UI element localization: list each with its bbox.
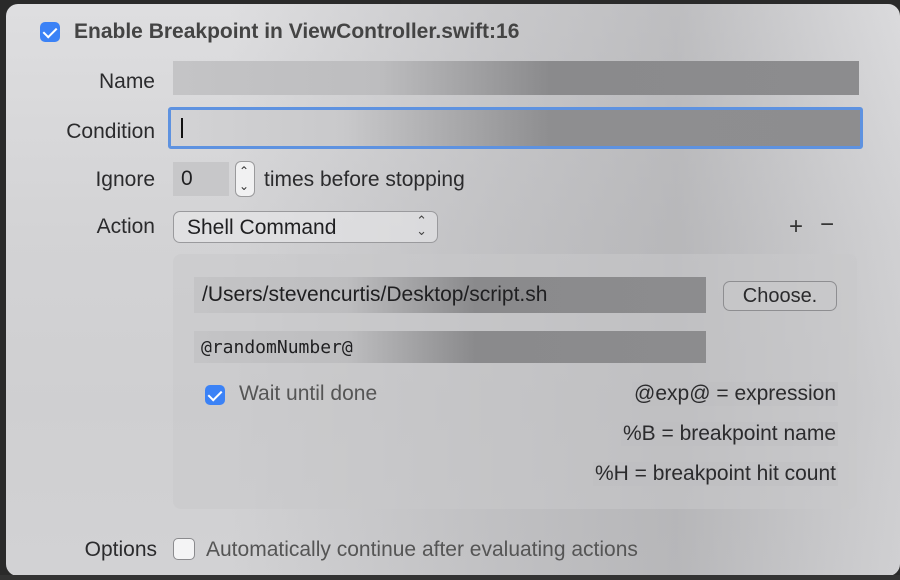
choose-button[interactable]: Choose. xyxy=(723,281,837,311)
condition-label: Condition xyxy=(66,120,155,143)
hint-expression: @exp@ = expression xyxy=(632,382,838,406)
breakpoint-editor-popover: Enable Breakpoint in ViewController.swif… xyxy=(6,4,900,576)
name-label: Name xyxy=(98,70,155,93)
wait-until-done-checkbox[interactable] xyxy=(205,385,225,405)
window-bottom-edge xyxy=(0,575,900,580)
ignore-suffix-label: times before stopping xyxy=(264,168,465,191)
ignore-count-value: 0 xyxy=(181,167,193,190)
add-action-button[interactable]: + xyxy=(789,213,803,241)
shell-command-field[interactable]: /Users/stevencurtis/Desktop/script.sh xyxy=(194,277,706,313)
action-label: Action xyxy=(96,215,155,238)
chevron-updown-icon: ⌃ ⌄ xyxy=(416,213,427,238)
shell-command-value: /Users/stevencurtis/Desktop/script.sh xyxy=(202,283,548,306)
hint-hit-count: %H = breakpoint hit count xyxy=(592,462,838,486)
stepper-up-icon[interactable]: ⌃ xyxy=(239,164,249,178)
remove-action-button[interactable]: − xyxy=(820,211,834,239)
action-type-value: Shell Command xyxy=(187,216,337,239)
wait-until-done-label: Wait until done xyxy=(239,382,378,405)
hint-breakpoint-name: %B = breakpoint name xyxy=(620,422,838,446)
auto-continue-label: Automatically continue after evaluating … xyxy=(206,538,638,561)
stepper-down-icon[interactable]: ⌄ xyxy=(239,179,249,193)
name-field[interactable] xyxy=(173,61,859,95)
auto-continue-checkbox[interactable] xyxy=(173,538,195,560)
ignore-stepper[interactable]: ⌃ ⌄ xyxy=(235,161,255,197)
ignore-count-field[interactable]: 0 xyxy=(173,162,229,196)
enable-breakpoint-label: Enable Breakpoint in ViewController.swif… xyxy=(74,20,520,43)
ignore-label: Ignore xyxy=(95,168,155,191)
arguments-value: @randomNumber@ xyxy=(201,337,353,358)
action-type-popup[interactable]: Shell Command ⌃ ⌄ xyxy=(173,211,438,243)
arguments-field[interactable]: @randomNumber@ xyxy=(194,331,706,363)
condition-field[interactable] xyxy=(168,107,863,149)
enable-breakpoint-checkbox[interactable] xyxy=(40,22,60,42)
text-caret xyxy=(181,118,183,138)
options-label: Options xyxy=(84,538,157,561)
